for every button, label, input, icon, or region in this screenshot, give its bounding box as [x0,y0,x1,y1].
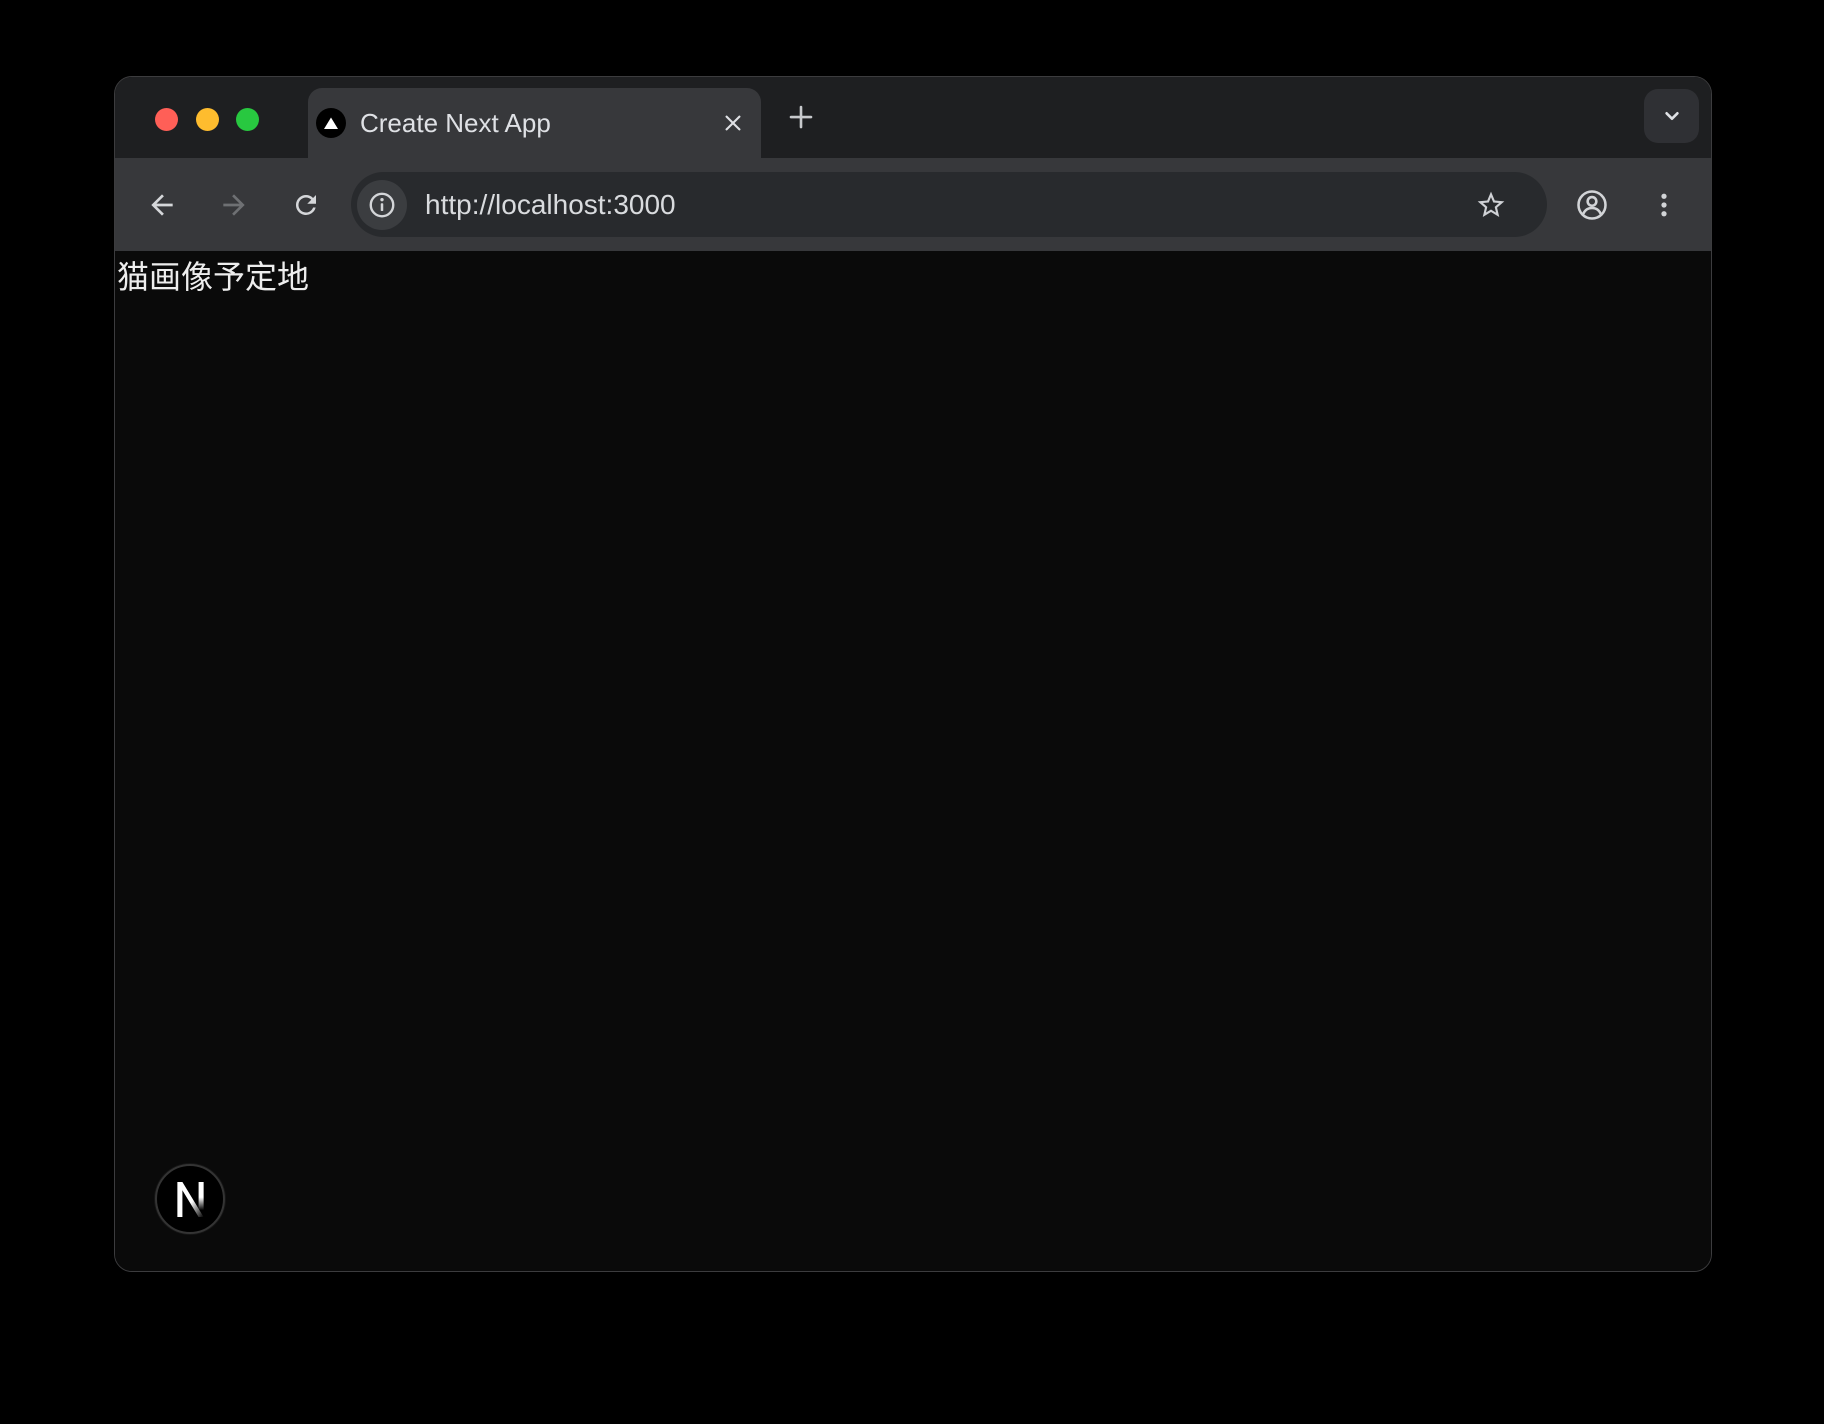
arrow-left-icon [146,189,178,221]
menu-button[interactable] [1637,178,1691,232]
nextjs-devtools-button[interactable] [155,1164,225,1234]
plus-icon [786,102,816,132]
tab-create-next-app[interactable]: Create Next App [308,88,761,158]
person-circle-icon [1574,187,1610,223]
chevron-down-icon [1659,103,1685,129]
profile-button[interactable] [1565,178,1619,232]
minimize-button[interactable] [196,108,219,131]
forward-button[interactable] [207,178,261,232]
browser-window: Create Next App [114,76,1712,1272]
tab-title: Create Next App [360,108,715,139]
tab-search-button[interactable] [1644,89,1699,143]
star-outline-icon [1475,189,1507,221]
cat-image-placeholder-text: 猫画像予定地 [115,251,1711,297]
toolbar: http://localhost:3000 [115,158,1711,251]
nextjs-n-logo [177,1182,204,1217]
url-text: http://localhost:3000 [425,189,676,221]
info-icon [367,190,397,220]
site-info-button[interactable] [357,180,407,230]
three-dot-vertical-icon [1649,190,1679,220]
reload-icon [291,190,321,220]
bookmark-button[interactable] [1471,185,1511,225]
tab-close-button[interactable] [715,105,751,141]
zoom-button[interactable] [236,108,259,131]
close-icon [722,112,744,134]
arrow-right-icon [218,189,250,221]
vercel-triangle-icon [316,108,346,138]
new-tab-button[interactable] [783,99,819,135]
close-button[interactable] [155,108,178,131]
page-content: 猫画像予定地 [115,251,1711,1271]
tab-strip: Create Next App [115,77,1711,158]
back-button[interactable] [135,178,189,232]
reload-button[interactable] [279,178,333,232]
address-bar[interactable]: http://localhost:3000 [351,172,1547,237]
